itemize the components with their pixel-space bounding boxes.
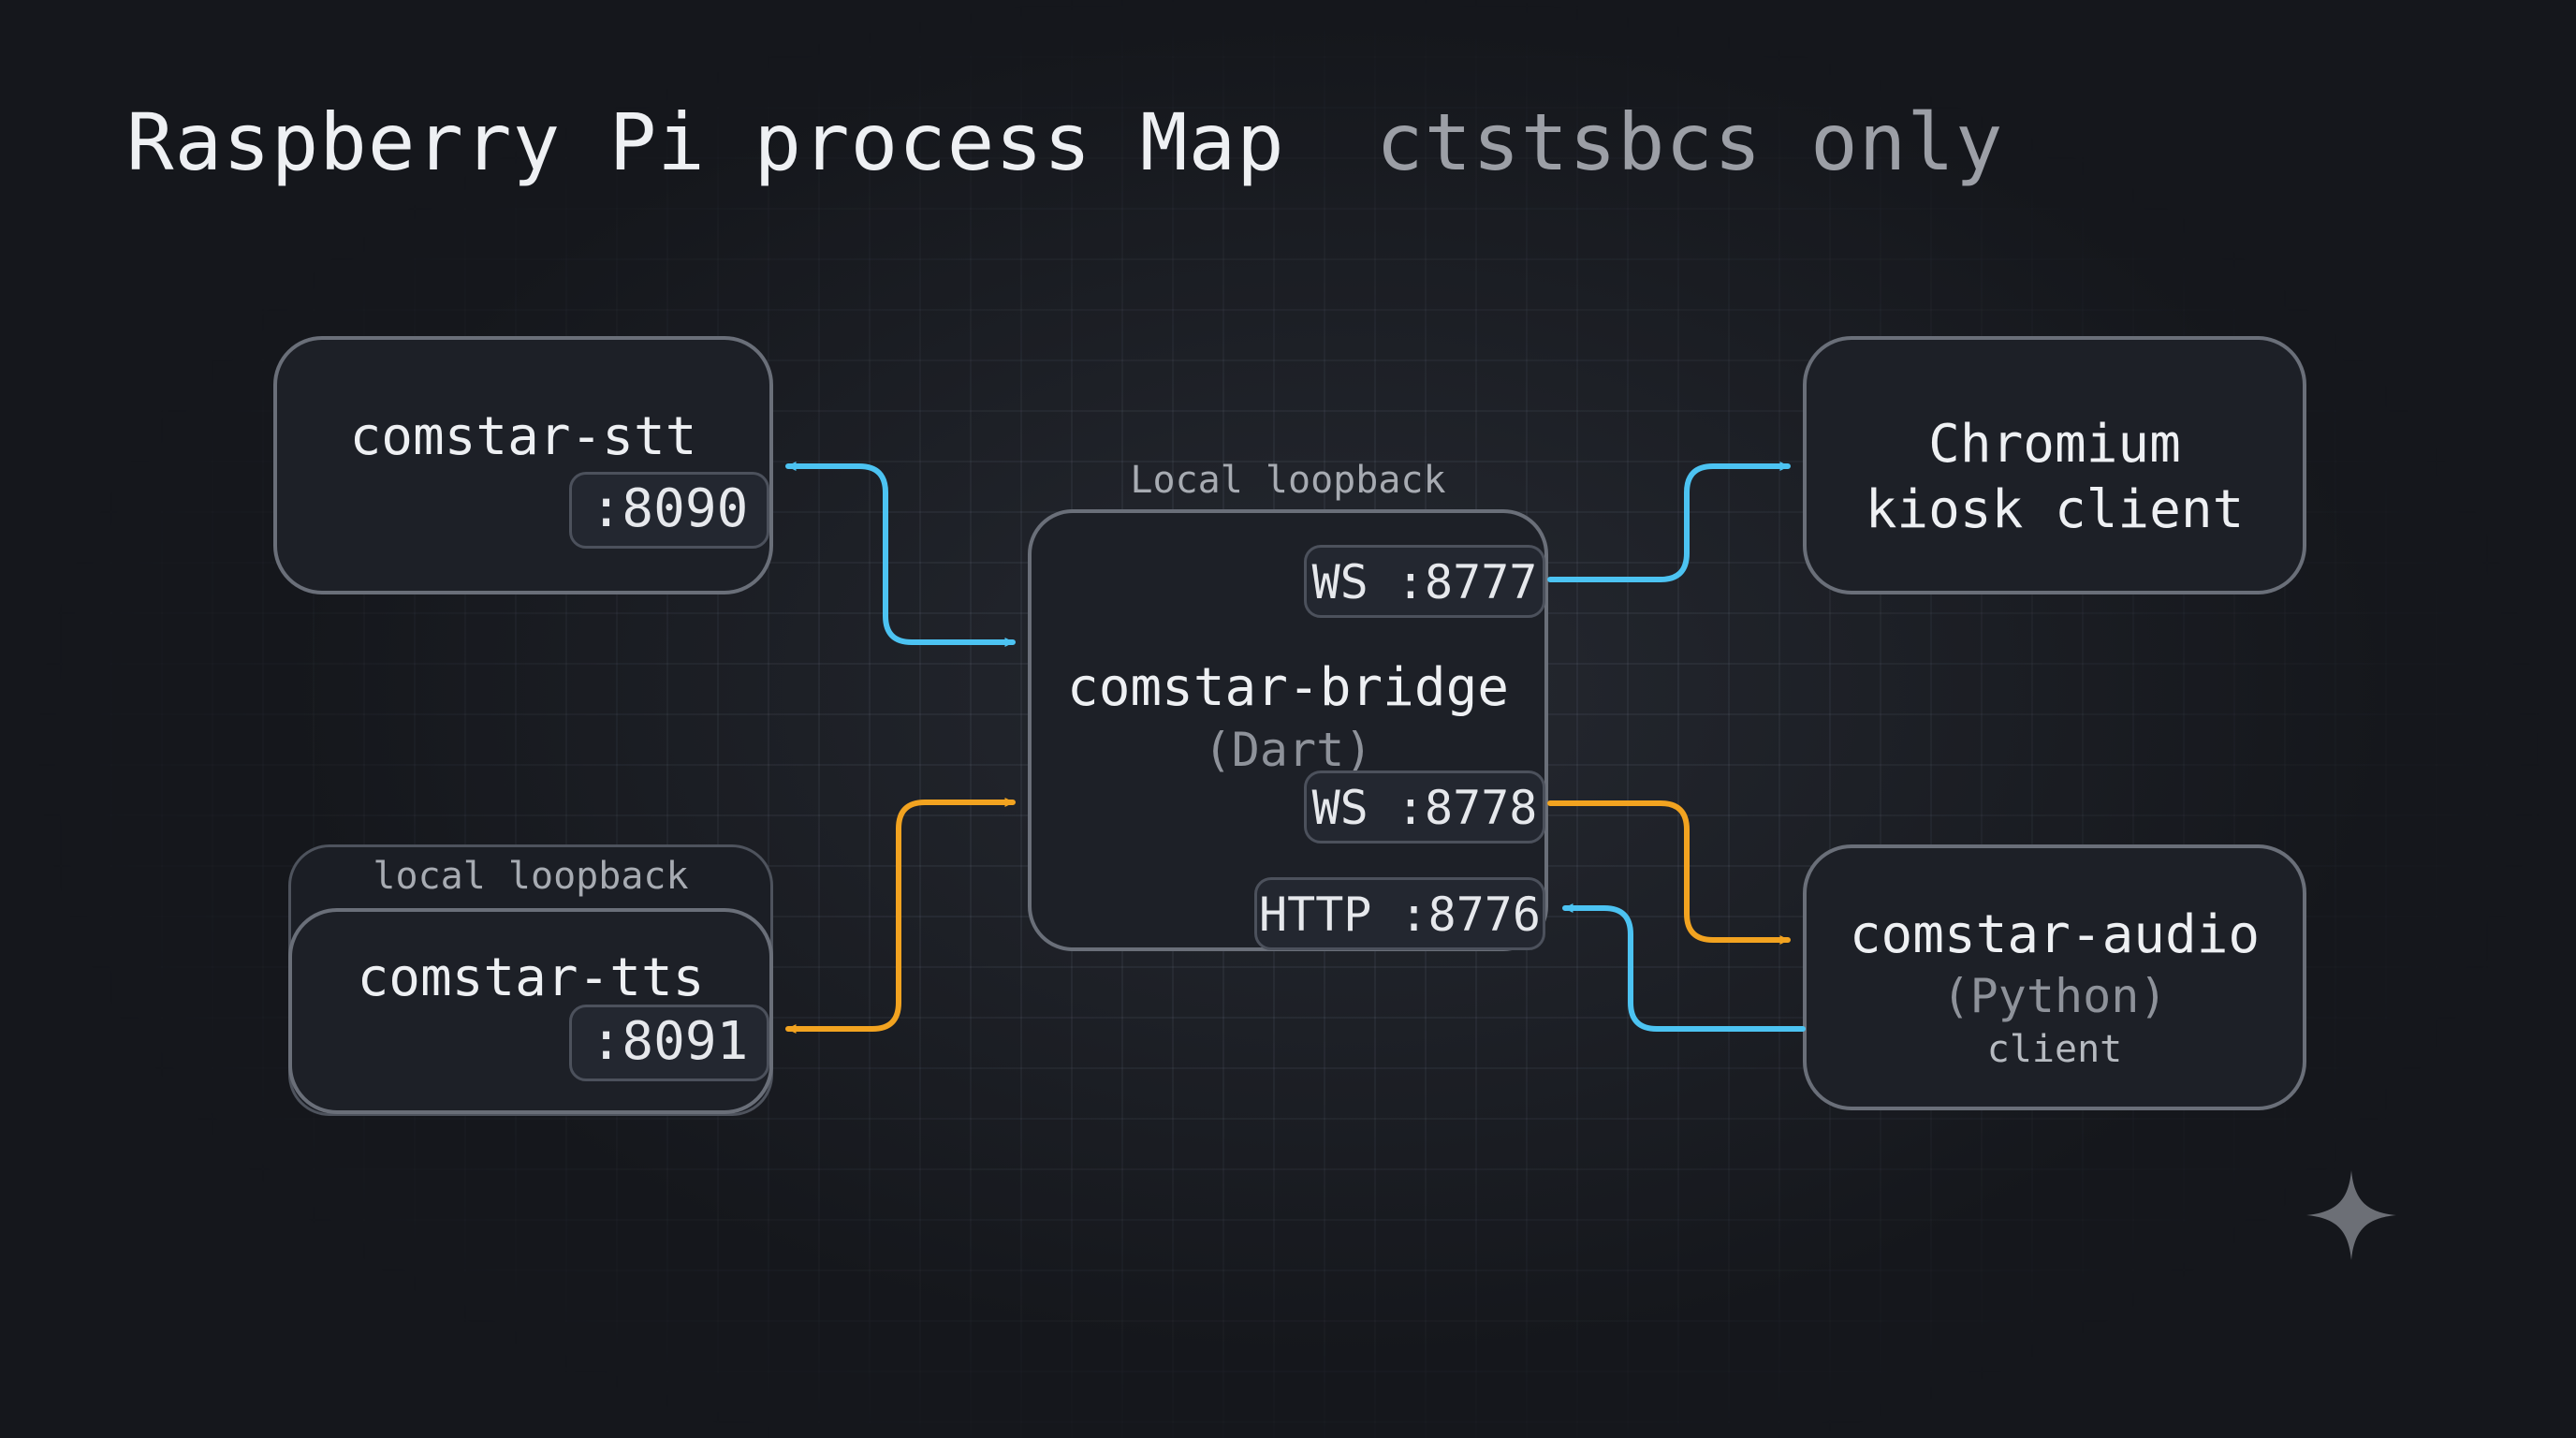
- connector-stt-bridge: [785, 462, 1016, 647]
- connector-bridge-chromium: [1547, 462, 1791, 582]
- connector-tts-bridge: [785, 798, 1016, 1034]
- sparkle-icon: [2306, 1170, 2396, 1260]
- diagram-canvas: Raspberry Pi process Map ctstsbcs only l…: [0, 0, 2576, 1438]
- connector-layer: [785, 462, 1806, 1034]
- connector-bridge-audio: [1547, 800, 1791, 945]
- connector-audio-bridge-http: [1562, 903, 1806, 1032]
